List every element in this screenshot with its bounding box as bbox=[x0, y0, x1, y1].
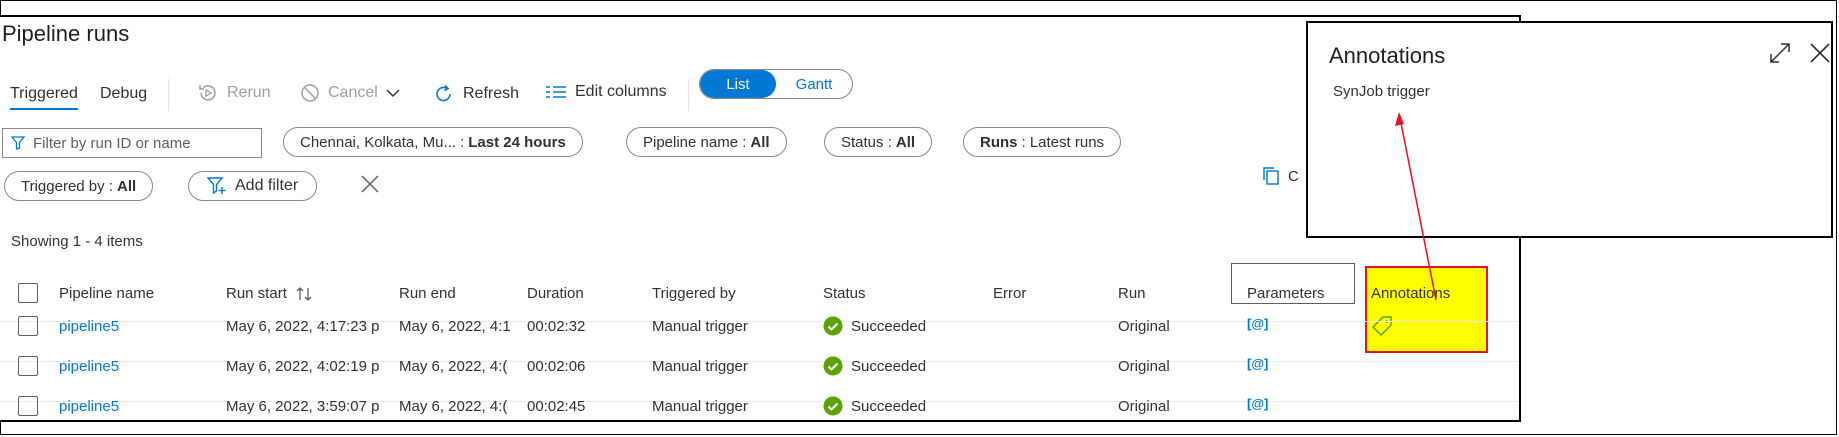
annotation-arrow bbox=[1395, 112, 1437, 301]
